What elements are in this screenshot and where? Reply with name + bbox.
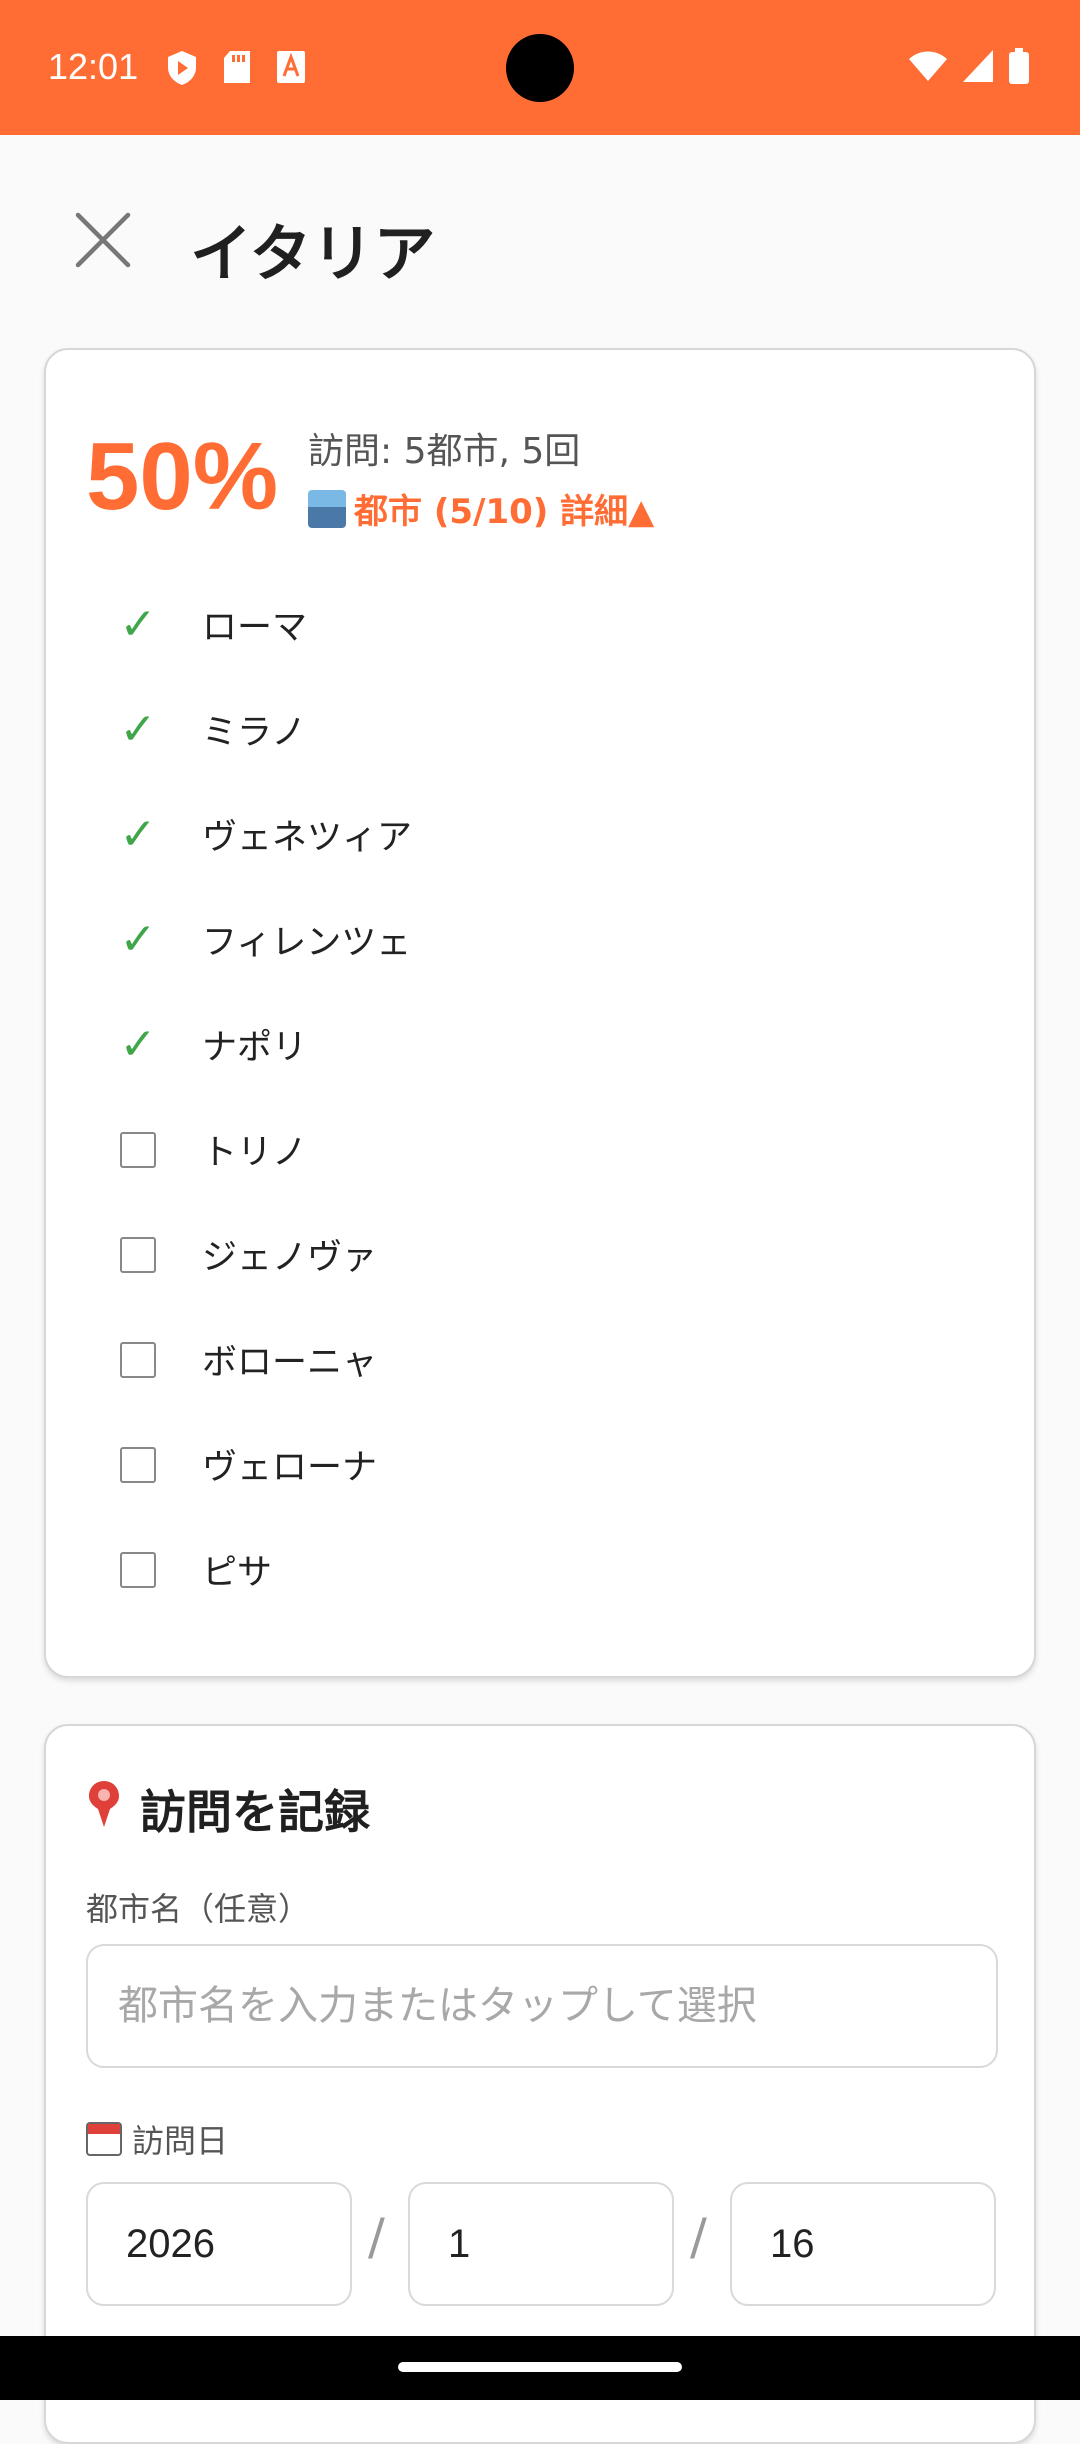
city-name: ローマ bbox=[202, 608, 308, 648]
city-name: ヴェネツィア bbox=[202, 818, 413, 858]
city-name: フィレンツェ bbox=[202, 923, 412, 963]
city-item-bologna[interactable]: ボローニャ bbox=[46, 1307, 1038, 1412]
status-icons-left bbox=[166, 50, 306, 90]
check-icon: ✓ bbox=[119, 914, 157, 965]
check-icon: ✓ bbox=[119, 599, 157, 650]
unchecked-checkbox[interactable] bbox=[120, 1341, 156, 1378]
record-visit-title-text: 訪問を記録 bbox=[140, 1785, 370, 1839]
cities-detail-toggle[interactable]: 都市 (5/10) 詳細▲ bbox=[308, 484, 654, 533]
city-name: ヴェローナ bbox=[202, 1448, 378, 1488]
city-name: ジェノヴァ bbox=[202, 1238, 378, 1278]
city-item-turin[interactable]: トリノ bbox=[46, 1097, 1038, 1202]
city-item-genoa[interactable]: ジェノヴァ bbox=[46, 1202, 1038, 1307]
city-item-rome[interactable]: ✓ ローマ bbox=[46, 572, 1038, 677]
cityscape-icon bbox=[308, 489, 346, 528]
record-visit-title: 訪問を記録 bbox=[86, 1776, 370, 1842]
home-gesture-handle[interactable] bbox=[398, 2362, 682, 2372]
city-item-florence[interactable]: ✓ フィレンツェ bbox=[46, 887, 1038, 992]
status-time: 12:01 bbox=[48, 46, 139, 87]
wifi-icon bbox=[908, 50, 948, 86]
close-button[interactable] bbox=[66, 205, 140, 279]
signal-icon bbox=[962, 49, 994, 87]
visit-summary: 訪問: 5都市, 5回 bbox=[308, 431, 581, 472]
year-input[interactable] bbox=[86, 2182, 352, 2306]
cities-toggle-label: 都市 (5/10) 詳細▲ bbox=[354, 492, 655, 532]
unchecked-checkbox[interactable] bbox=[120, 1551, 156, 1588]
close-icon bbox=[74, 211, 132, 273]
battery-icon bbox=[1008, 48, 1030, 88]
camera-cutout bbox=[506, 34, 574, 102]
unchecked-checkbox[interactable] bbox=[120, 1131, 156, 1168]
city-name: トリノ bbox=[202, 1133, 308, 1173]
date-field-label: 訪問日 bbox=[86, 2116, 228, 2162]
date-label-text: 訪問日 bbox=[132, 2122, 229, 2160]
city-list: ✓ ローマ ✓ ミラノ ✓ ヴェネツィア ✓ フィレンツェ ✓ ナポリ トリノ … bbox=[46, 572, 1038, 1622]
city-item-naples[interactable]: ✓ ナポリ bbox=[46, 992, 1038, 1097]
navigation-bar bbox=[0, 2336, 1080, 2400]
month-input[interactable] bbox=[408, 2182, 674, 2306]
status-icons-right bbox=[908, 48, 1030, 88]
status-bar: 12:01 bbox=[0, 0, 1080, 135]
city-field-label: 都市名（任意） bbox=[86, 1890, 311, 1928]
shield-icon bbox=[166, 50, 198, 90]
city-name-input[interactable] bbox=[86, 1944, 998, 2068]
check-icon: ✓ bbox=[119, 704, 157, 755]
progress-percent: 50% bbox=[86, 423, 279, 530]
city-item-venice[interactable]: ✓ ヴェネツィア bbox=[46, 782, 1038, 887]
check-icon: ✓ bbox=[119, 809, 157, 860]
check-icon: ✓ bbox=[119, 1019, 157, 1070]
unchecked-checkbox[interactable] bbox=[120, 1446, 156, 1483]
progress-card: 50% 訪問: 5都市, 5回 都市 (5/10) 詳細▲ ✓ ローマ ✓ ミラ… bbox=[44, 348, 1036, 1678]
header: イタリア bbox=[0, 135, 1080, 345]
city-item-verona[interactable]: ヴェローナ bbox=[46, 1412, 1038, 1517]
city-name: ピサ bbox=[202, 1553, 273, 1593]
city-name: ボローニャ bbox=[202, 1343, 378, 1383]
city-name: ミラノ bbox=[202, 713, 307, 753]
pin-icon bbox=[86, 1779, 122, 1840]
city-item-milan[interactable]: ✓ ミラノ bbox=[46, 677, 1038, 782]
page-title: イタリア bbox=[190, 217, 436, 290]
date-separator: / bbox=[368, 2208, 385, 2266]
text-a-icon bbox=[276, 50, 306, 90]
calendar-icon bbox=[86, 2122, 122, 2156]
date-separator: / bbox=[690, 2208, 707, 2266]
city-item-pisa[interactable]: ピサ bbox=[46, 1517, 1038, 1622]
day-input[interactable] bbox=[730, 2182, 996, 2306]
unchecked-checkbox[interactable] bbox=[120, 1236, 156, 1273]
city-name: ナポリ bbox=[202, 1028, 308, 1068]
sd-card-icon bbox=[222, 50, 252, 90]
